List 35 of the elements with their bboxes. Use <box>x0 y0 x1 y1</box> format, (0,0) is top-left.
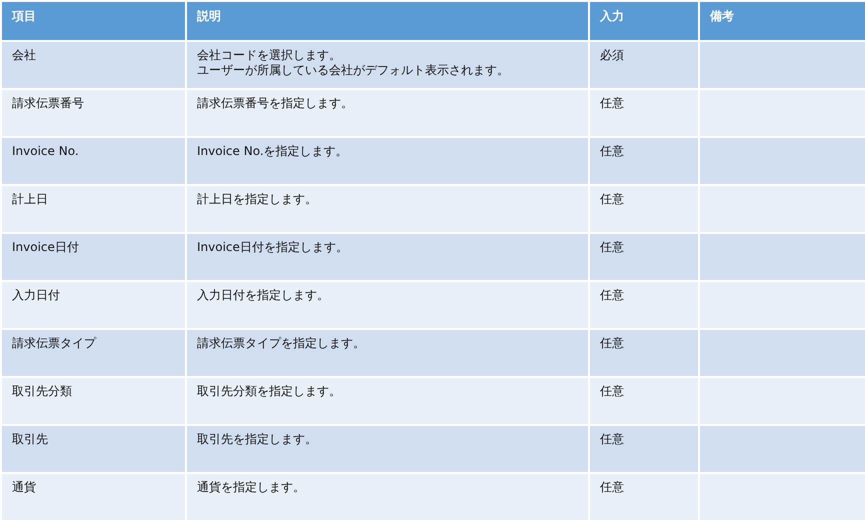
table-cell: Invoice日付 <box>2 234 185 280</box>
table-cell: 通貨を指定します。 <box>187 474 588 520</box>
table-cell: 任意 <box>590 378 698 424</box>
table-cell: 請求伝票タイプ <box>2 330 185 376</box>
column-header: 入力 <box>590 2 698 40</box>
table-cell: 計上日を指定します。 <box>187 186 588 232</box>
table-cell: 任意 <box>590 474 698 520</box>
table-cell: 取引先分類 <box>2 378 185 424</box>
table-cell: 計上日 <box>2 186 185 232</box>
table-cell: Invoice No. <box>2 138 185 184</box>
table-cell: 取引先 <box>2 426 185 472</box>
table-cell: 任意 <box>590 90 698 136</box>
table-cell: 任意 <box>590 186 698 232</box>
table-cell: 取引先分類を指定します。 <box>187 378 588 424</box>
table-cell: 請求伝票番号 <box>2 90 185 136</box>
table-cell: 請求伝票タイプを指定します。 <box>187 330 588 376</box>
table-cell: 通貨 <box>2 474 185 520</box>
column-header: 項目 <box>2 2 185 40</box>
table-cell: Invoice No.を指定します。 <box>187 138 588 184</box>
table-cell: 請求伝票番号を指定します。 <box>187 90 588 136</box>
table-cell: 必須 <box>590 42 698 88</box>
table-cell: 任意 <box>590 330 698 376</box>
table-cell: 会社 <box>2 42 185 88</box>
cell-text: ユーザーが所属している会社がデフォルト表示されます。 <box>197 63 509 78</box>
cell-text: 会社コードを選択します。 <box>197 48 341 63</box>
table-cell: Invoice日付を指定します。 <box>187 234 588 280</box>
table-cell: 任意 <box>590 138 698 184</box>
table-cell: 入力日付を指定します。 <box>187 282 588 328</box>
table-cell: 入力日付 <box>2 282 185 328</box>
column-header: 説明 <box>187 2 588 40</box>
table-cell: 任意 <box>590 282 698 328</box>
column-header: 備考 <box>700 2 865 40</box>
table-cell: 取引先を指定します。 <box>187 426 588 472</box>
table-cell: 任意 <box>590 426 698 472</box>
table-cell: 任意 <box>590 234 698 280</box>
